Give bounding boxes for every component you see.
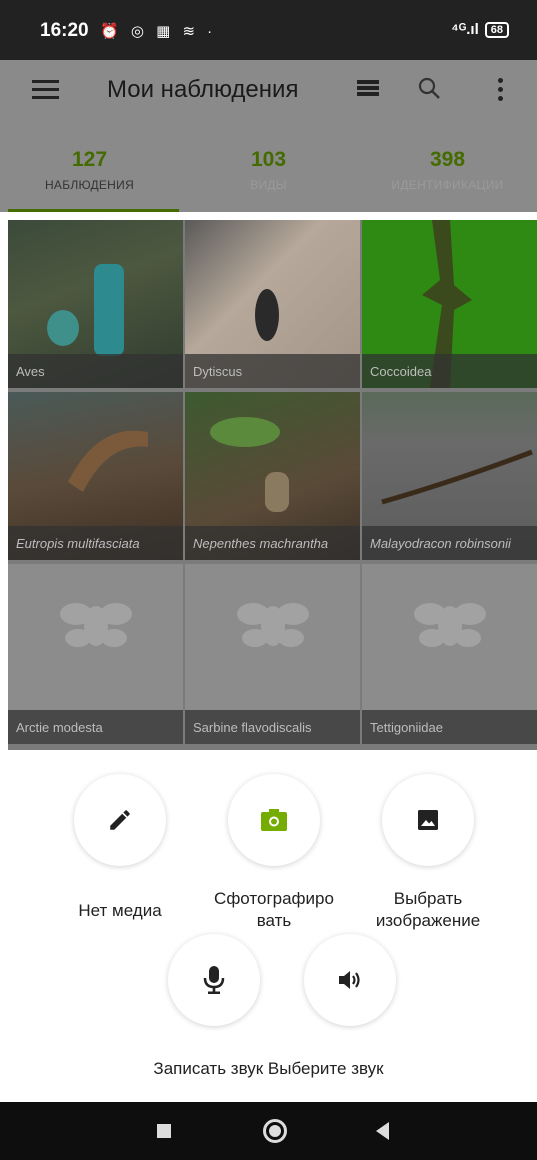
- observation-tile[interactable]: Nepenthes machrantha: [185, 392, 360, 560]
- observation-caption: Sarbine flavodiscalis: [185, 710, 360, 744]
- observation-caption: Eutropis multifasciata: [8, 526, 183, 560]
- tab-count: 127: [71, 148, 108, 171]
- observation-caption: Dytiscus: [185, 354, 360, 388]
- tab-observations[interactable]: 127 НАБЛЮДЕНИЯ: [0, 120, 179, 212]
- tab-bar: 127 НАБЛЮДЕНИЯ 103 ВИДЫ 398 ИДЕНТИФИКАЦИ…: [0, 120, 537, 212]
- app-toolbar: Мои наблюдения: [0, 60, 537, 120]
- search-icon[interactable]: [417, 76, 441, 105]
- status-right: ⁴ᴳ.ıl 68: [451, 21, 509, 38]
- observation-tile[interactable]: Eutropis multifasciata: [8, 392, 183, 560]
- no-media-label: Нет медиа: [78, 901, 162, 920]
- observation-tile[interactable]: Aves: [8, 220, 183, 388]
- speaker-icon: [339, 971, 360, 989]
- battery-icon: 68: [484, 21, 509, 38]
- observation-tile[interactable]: Coccoidea: [362, 220, 537, 388]
- observation-tile[interactable]: Tettigoniidae: [362, 564, 537, 744]
- bug-placeholder-icon: [60, 603, 132, 647]
- choose-image-label: Выбрать изображение: [358, 888, 498, 932]
- tab-count: 103: [250, 148, 287, 171]
- observation-caption: Aves: [8, 354, 183, 388]
- status-bar: 16:20 ⏰ ◎ ▦ ≋ · ⁴ᴳ.ıl 68: [0, 0, 537, 60]
- tab-label: НАБЛЮДЕНИЯ: [44, 178, 135, 192]
- observation-caption: Coccoidea: [362, 354, 537, 388]
- system-nav-bar: [0, 1102, 537, 1160]
- record-sound-button[interactable]: [168, 934, 260, 1026]
- take-photo-button[interactable]: [228, 774, 320, 866]
- observation-tile[interactable]: Malayodracon robinsonii: [362, 392, 537, 560]
- observation-tile[interactable]: Sarbine flavodiscalis: [185, 564, 360, 744]
- observation-caption: Malayodracon robinsonii: [362, 526, 537, 560]
- tab-label: ВИДЫ: [250, 178, 287, 192]
- choose-image-label-line: Выбрать: [393, 889, 463, 908]
- tab-species[interactable]: 103 ВИДЫ: [179, 120, 358, 212]
- choose-image-label-line: изображение: [375, 911, 481, 930]
- take-photo-label-line: вать: [256, 911, 292, 930]
- media-options-sheet: Нет медиа Сфотографиро вать Выбрать изоб…: [0, 752, 537, 1102]
- bug-placeholder-icon: [237, 603, 309, 647]
- home-icon[interactable]: [263, 1119, 287, 1143]
- observation-caption: Arctie modesta: [8, 710, 183, 744]
- tab-count: 398: [429, 148, 466, 171]
- status-time: 16:20: [40, 20, 89, 41]
- no-media-button[interactable]: [74, 774, 166, 866]
- sound-options-label: Записать звук Выберите звук: [153, 1059, 384, 1078]
- signal-icon: ⁴ᴳ.ıl: [451, 21, 479, 38]
- pencil-icon: [110, 810, 130, 830]
- page-title: Мои наблюдения: [107, 76, 299, 103]
- choose-image-button[interactable]: [382, 774, 474, 866]
- status-notification-icons: ⏰ ◎ ▦ ≋ ·: [100, 23, 217, 40]
- image-icon: [418, 810, 438, 830]
- list-view-icon[interactable]: [357, 80, 379, 100]
- observation-tile[interactable]: Dytiscus: [185, 220, 360, 388]
- recent-apps-icon[interactable]: [157, 1124, 171, 1138]
- more-options-icon[interactable]: [498, 78, 504, 105]
- microphone-icon: [203, 966, 225, 994]
- take-photo-label: Сфотографиро вать: [204, 888, 344, 932]
- tab-label: ИДЕНТИФИКАЦИИ: [391, 178, 504, 192]
- bug-placeholder-icon: [414, 603, 486, 647]
- tab-identifications[interactable]: 398 ИДЕНТИФИКАЦИИ: [358, 120, 537, 212]
- observation-caption: Tettigoniidae: [362, 710, 537, 744]
- camera-icon: [261, 809, 287, 831]
- observation-caption: Nepenthes machrantha: [185, 526, 360, 560]
- observation-grid: Aves Dytiscus Coccoidea Eutropis multifa…: [8, 220, 537, 750]
- choose-sound-button[interactable]: [304, 934, 396, 1026]
- back-icon[interactable]: [376, 1122, 389, 1140]
- menu-icon[interactable]: [32, 80, 59, 100]
- take-photo-label-line: Сфотографиро: [214, 889, 334, 908]
- observation-tile[interactable]: Arctie modesta: [8, 564, 183, 744]
